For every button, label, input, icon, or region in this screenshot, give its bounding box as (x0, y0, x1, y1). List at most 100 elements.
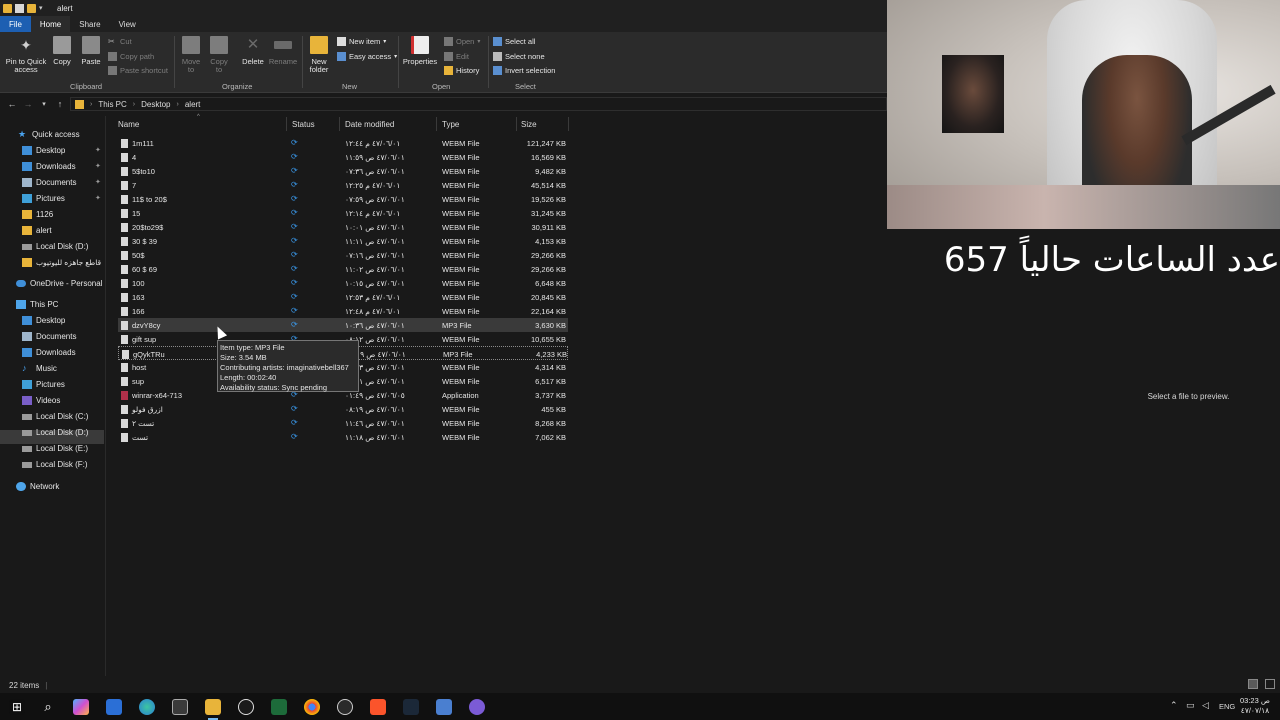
table-row[interactable]: 163 ⟳ ٤٧/٠٦/٠١ م ١٢:٥٣ WEBM File 20,845 KB (118, 290, 568, 304)
nav-item-pictures[interactable]: Pictures (22, 194, 65, 203)
breadcrumb[interactable]: › This PC › Desktop › alert (70, 97, 887, 111)
pin-to-quick-access-button[interactable]: ✦ Pin to Quick access (4, 36, 48, 74)
tab-share[interactable]: Share (70, 16, 109, 32)
rename-button[interactable]: Rename (268, 36, 298, 66)
nav-pc-local-disk-d[interactable]: Local Disk (D:) (22, 428, 88, 437)
nav-onedrive[interactable]: OneDrive - Personal (16, 279, 102, 288)
select-none-button[interactable]: Select none (493, 52, 545, 61)
nav-pc-local-disk-e[interactable]: Local Disk (E:) (22, 444, 88, 453)
capcut-icon[interactable] (238, 699, 254, 715)
new-folder-button[interactable]: New folder (306, 36, 332, 74)
nav-pc-music[interactable]: ♪ Music (22, 364, 57, 374)
tab-file[interactable]: File (0, 16, 31, 32)
nav-pc-desktop[interactable]: Desktop (22, 316, 65, 325)
forward-arrow-icon[interactable]: → (20, 99, 36, 109)
select-all-button[interactable]: Select all (493, 37, 535, 46)
column-divider[interactable] (568, 117, 569, 131)
table-row[interactable]: 100 ⟳ ٤٧/٠٦/٠١ ص ١٠:١٥ WEBM File 6,648 KB (118, 276, 568, 290)
table-row[interactable]: 15 ⟳ ٤٧/٠٦/٠١ م ١٢:١٤ WEBM File 31,245 KB (118, 206, 568, 220)
properties-quick-icon[interactable] (15, 3, 24, 13)
column-divider[interactable] (516, 117, 517, 131)
chevron-up-icon[interactable]: ⌃ (1170, 700, 1178, 711)
copy-to-button[interactable]: Copy to (208, 36, 230, 74)
paste-shortcut-button[interactable]: Paste shortcut (108, 66, 168, 75)
table-row[interactable]: 4 ⟳ ٤٧/٠٦/٠١ ص ١١:٥٩ WEBM File 16,569 KB (118, 150, 568, 164)
details-view-icon[interactable] (1248, 679, 1258, 689)
open-button[interactable]: Open ▾ (444, 37, 480, 46)
delete-button[interactable]: ✕ Delete (240, 36, 266, 66)
paste-button[interactable]: Paste (79, 36, 103, 66)
copy-path-button[interactable]: Copy path (108, 52, 154, 61)
new-folder-quick-icon[interactable] (27, 3, 36, 13)
steam-icon[interactable] (403, 699, 419, 715)
store-icon[interactable] (172, 699, 188, 715)
excel-icon[interactable] (271, 699, 287, 715)
copy-button[interactable]: Copy (52, 36, 72, 66)
nav-pc-downloads[interactable]: Downloads (22, 348, 76, 357)
network-tray-icon[interactable]: ▭ (1186, 700, 1195, 711)
column-type[interactable]: Type (442, 120, 459, 129)
column-size[interactable]: Size (521, 120, 537, 129)
column-date-modified[interactable]: Date modified (345, 120, 394, 129)
nav-pc-documents[interactable]: Documents (22, 332, 76, 341)
table-row[interactable]: ازرق فولو ⟳ ٤٧/٠٦/٠١ ص ٠٨:١٩ WEBM File 455 K… (118, 402, 568, 416)
pin-icon[interactable]: ✦ (95, 146, 101, 154)
discord-icon[interactable] (469, 699, 485, 715)
pin-icon[interactable]: ✦ (95, 162, 101, 170)
back-arrow-icon[interactable]: ← (4, 99, 20, 109)
move-to-button[interactable]: Move to (180, 36, 202, 74)
edge-icon[interactable] (139, 699, 155, 715)
column-divider[interactable] (436, 117, 437, 131)
nav-item-1126[interactable]: 1126 (22, 210, 53, 219)
history-button[interactable]: History (444, 66, 479, 75)
nav-network[interactable]: Network (16, 482, 59, 491)
breadcrumb-this-pc[interactable]: This PC (98, 100, 126, 109)
large-icons-view-icon[interactable] (1265, 679, 1275, 689)
table-row[interactable]: تست ⟳ ٤٧/٠٦/٠١ ص ١١:١٨ WEBM File 7,062 KB (118, 430, 568, 444)
shield-app-icon[interactable] (436, 699, 452, 715)
file-explorer-icon[interactable] (205, 699, 221, 720)
brave-icon[interactable] (370, 699, 386, 715)
column-divider[interactable] (339, 117, 340, 131)
nav-pc-local-disk-f[interactable]: Local Disk (F:) (22, 460, 88, 469)
quick-access-dropdown-icon[interactable]: ▾ (39, 4, 48, 13)
edit-button[interactable]: Edit (444, 52, 469, 61)
search-icon[interactable]: ⌕ (40, 699, 56, 715)
cut-button[interactable]: ✂ Cut (108, 37, 132, 46)
table-row[interactable]: 7 ⟳ ٤٧/٠٦/٠١ م ١٢:٢٥ WEBM File 45,514 KB (118, 178, 568, 192)
up-arrow-icon[interactable]: ↑ (52, 99, 68, 109)
pin-icon[interactable]: ✦ (95, 178, 101, 186)
tab-home[interactable]: Home (30, 16, 71, 32)
invert-selection-button[interactable]: Invert selection (493, 66, 555, 75)
copilot-icon[interactable] (73, 699, 89, 715)
breadcrumb-alert[interactable]: alert (185, 100, 201, 109)
obs-icon[interactable] (337, 699, 353, 715)
nav-this-pc[interactable]: This PC (16, 300, 58, 309)
easy-access-button[interactable]: Easy access ▾ (337, 52, 397, 61)
column-divider[interactable] (286, 117, 287, 131)
table-row[interactable]: 30 $ 39 ⟳ ٤٧/٠٦/٠١ ص ١١:١١ WEBM File 4,153 K… (118, 234, 568, 248)
chrome-icon[interactable] (304, 699, 320, 715)
nav-item-documents[interactable]: Documents (22, 178, 76, 187)
table-row[interactable]: 166 ⟳ ٤٧/٠٦/٠١ م ١٢:٤٨ WEBM File 22,164 KB (118, 304, 568, 318)
table-row[interactable]: 5$to10 ⟳ ٤٧/٠٦/٠١ ص ٠٧:٣٦ WEBM File 9,482 KB (118, 164, 568, 178)
outlook-icon[interactable] (106, 699, 122, 715)
system-clock[interactable]: 03:23 ص ٤٧/٠٧/١٨ (1240, 696, 1270, 716)
nav-quick-access[interactable]: ★ Quick access (18, 130, 80, 140)
pin-icon[interactable]: ✦ (95, 194, 101, 202)
column-status[interactable]: Status (292, 120, 315, 129)
table-row[interactable]: dzvY8cy ⟳ ٤٧/٠٦/٠١ ص ١٠:٣٦ MP3 File 3,630 KB (118, 318, 568, 332)
breadcrumb-desktop[interactable]: Desktop (141, 100, 170, 109)
tab-view[interactable]: View (110, 16, 145, 32)
table-row[interactable]: 11$ to 20$ ⟳ ٤٧/٠٦/٠١ ص ٠٧:٥٩ WEBM File 19,5… (118, 192, 568, 206)
table-row[interactable]: 20$to29$ ⟳ ٤٧/٠٦/٠١ ص ١٠:٠١ WEBM File 30,911… (118, 220, 568, 234)
new-item-button[interactable]: New item ▾ (337, 37, 386, 46)
nav-item-desktop[interactable]: Desktop (22, 146, 65, 155)
recent-chevron-icon[interactable]: ▾ (36, 100, 52, 108)
table-row[interactable]: 60 $ 69 ⟳ ٤٧/٠٦/٠١ ص ١١:٠٢ WEBM File 29,266 … (118, 262, 568, 276)
language-indicator[interactable]: ENG (1219, 702, 1235, 711)
nav-item-local-disk-d[interactable]: Local Disk (D:) (22, 242, 88, 251)
nav-pc-local-disk-c[interactable]: Local Disk (C:) (22, 412, 88, 421)
table-row[interactable]: تست ٢ ⟳ ٤٧/٠٦/٠١ ص ١١:٤٦ WEBM File 8,268 KB (118, 416, 568, 430)
nav-item-youtube-cuts[interactable]: قاطع جاهزه لليوتيوب (22, 258, 101, 267)
